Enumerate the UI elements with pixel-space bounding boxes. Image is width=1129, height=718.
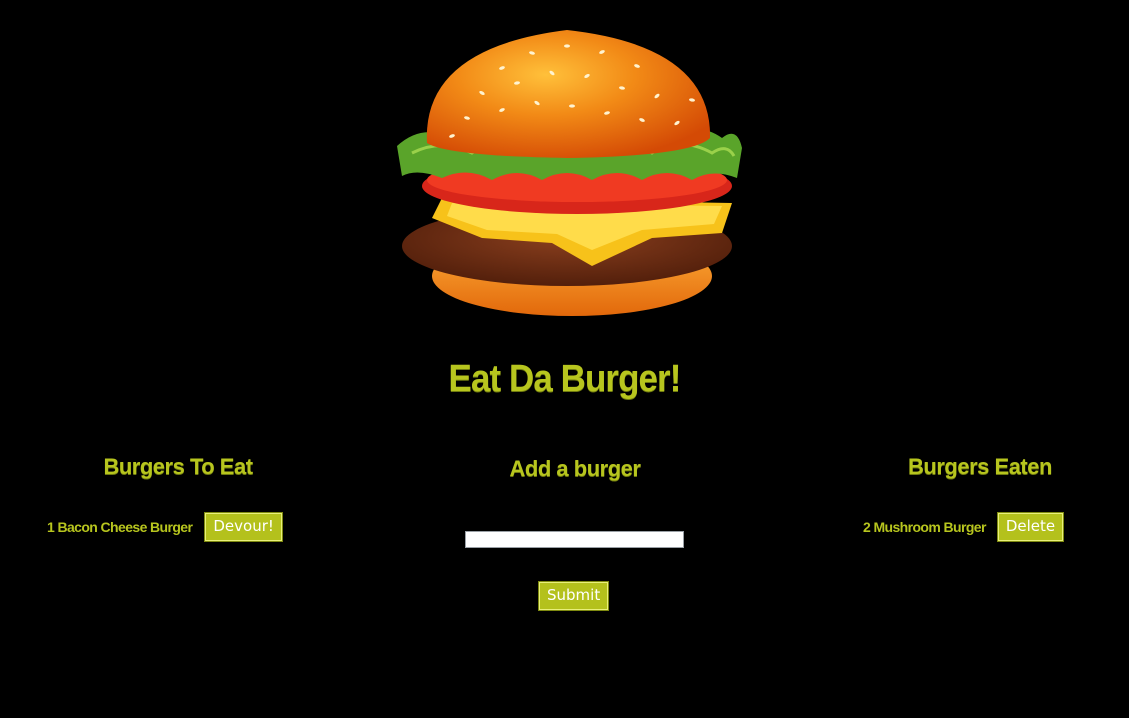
burger-item-label: 2 Mushroom Burger — [863, 519, 986, 535]
burger-item-label: 1 Bacon Cheese Burger — [47, 519, 193, 535]
burgers-to-eat-heading: Burgers To Eat — [103, 454, 253, 479]
burger-name-input[interactable] — [465, 531, 684, 548]
list-item: 1 Bacon Cheese Burger Devour! — [47, 512, 283, 542]
page-title: Eat Da Burger! — [448, 358, 682, 400]
add-burger-heading: Add a burger — [509, 456, 641, 481]
list-item: 2 Mushroom Burger Delete — [863, 512, 1065, 542]
devour-button[interactable]: Devour! — [204, 512, 283, 542]
delete-button[interactable]: Delete — [996, 512, 1065, 542]
burgers-eaten-heading: Burgers Eaten — [908, 454, 1052, 479]
submit-button[interactable]: Submit — [537, 581, 610, 611]
burger-illustration-icon — [397, 30, 742, 316]
